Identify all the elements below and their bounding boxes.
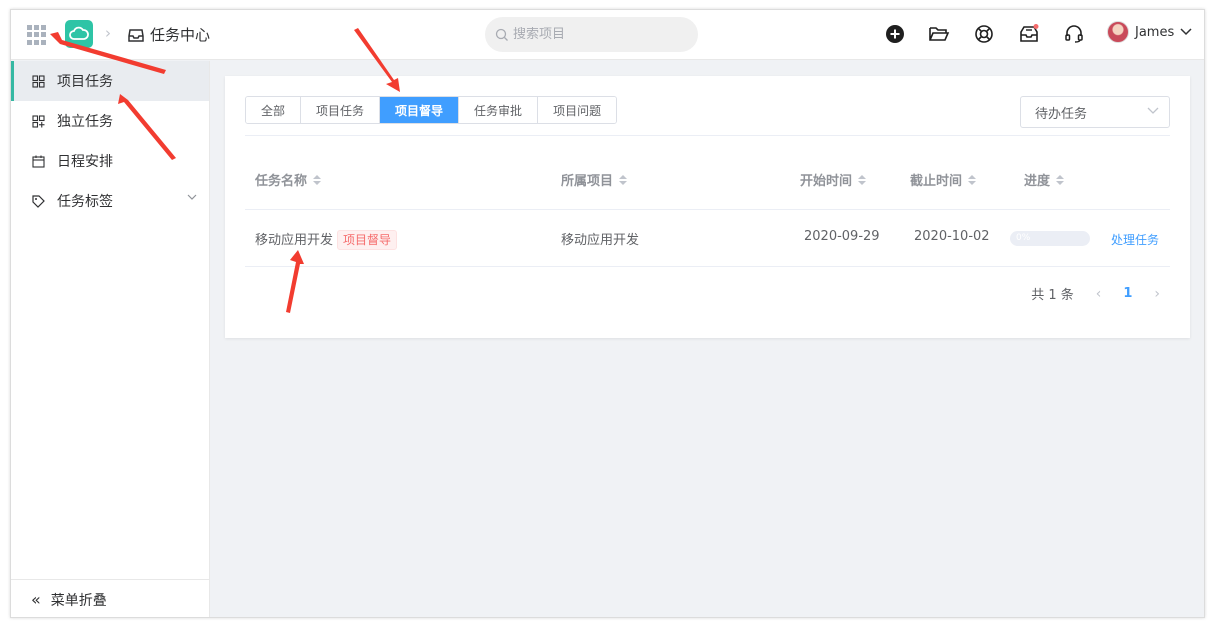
column-header-start-time[interactable]: 开始时间	[800, 170, 867, 189]
app-grid-icon[interactable]	[27, 25, 47, 45]
sort-icon[interactable]	[619, 174, 628, 185]
sidebar-item-schedule[interactable]: 日程安排	[11, 141, 209, 181]
breadcrumb: 任务中心	[128, 24, 210, 45]
grid-icon	[32, 74, 45, 88]
tab-task-approval[interactable]: 任务审批	[459, 97, 539, 123]
collapse-menu-label: 菜单折叠	[50, 592, 107, 609]
breadcrumb-title[interactable]: 任务中心	[150, 24, 210, 45]
add-circle-icon[interactable]	[883, 22, 907, 46]
task-type-tabs: 全部 项目任务 项目督导 任务审批 项目问题	[245, 96, 618, 124]
next-page-icon[interactable]: ›	[1154, 286, 1160, 302]
app-window: › 任务中心 James	[10, 9, 1205, 618]
divider	[245, 135, 1170, 136]
apps-icon	[32, 114, 45, 128]
column-header-progress[interactable]: 进度	[1024, 170, 1065, 189]
task-list-card: 全部 项目任务 项目督导 任务审批 项目问题 待办任务 任务名称 所属项目 开始…	[225, 76, 1190, 338]
search-box[interactable]	[485, 17, 698, 52]
calendar-icon	[32, 155, 45, 168]
row-divider	[245, 209, 1170, 210]
chevron-down-icon	[187, 194, 197, 200]
task-filter-value: 待办任务	[1035, 106, 1088, 122]
tab-all[interactable]: 全部	[246, 97, 302, 123]
lifebuoy-icon[interactable]	[972, 22, 996, 46]
double-chevron-left-icon: «	[31, 590, 41, 609]
sidebar-item-project-tasks[interactable]: 项目任务	[11, 61, 209, 101]
prev-page-icon[interactable]: ‹	[1096, 286, 1102, 302]
task-filter-select[interactable]: 待办任务	[1020, 96, 1170, 128]
column-header-project[interactable]: 所属项目	[561, 170, 628, 189]
collapse-menu-button[interactable]: « 菜单折叠	[11, 579, 209, 617]
folder-open-icon[interactable]	[927, 22, 951, 46]
sidebar-item-label: 任务标签	[57, 194, 113, 210]
page-number[interactable]: 1	[1123, 286, 1132, 301]
search-icon	[495, 28, 508, 41]
avatar	[1107, 21, 1129, 43]
task-progress-bar: 0%	[1010, 231, 1090, 246]
sidebar-item-label: 日程安排	[57, 154, 113, 170]
cloud-logo-icon[interactable]	[65, 20, 93, 48]
user-name: James	[1135, 24, 1175, 40]
tab-project-supervision[interactable]: 项目督导	[380, 97, 460, 123]
task-name[interactable]: 移动应用开发	[255, 233, 333, 248]
sidebar-item-label: 项目任务	[57, 74, 113, 90]
breadcrumb-chevron-icon: ›	[105, 24, 111, 42]
tab-project-tasks[interactable]: 项目任务	[301, 97, 381, 123]
chevron-down-icon	[1147, 107, 1159, 114]
user-menu[interactable]: James	[1107, 21, 1192, 43]
search-input[interactable]	[513, 27, 683, 42]
task-start-date: 2020-09-29	[804, 229, 880, 244]
pagination-total: 共 1 条	[1031, 288, 1074, 303]
table-row[interactable]: 移动应用开发 项目督导	[255, 229, 398, 250]
tag-icon	[32, 194, 45, 208]
column-header-task-name[interactable]: 任务名称	[255, 170, 322, 189]
sort-icon[interactable]	[968, 174, 977, 185]
task-project: 移动应用开发	[561, 233, 640, 248]
sidebar-item-label: 独立任务	[57, 114, 113, 130]
sort-icon[interactable]	[858, 174, 867, 185]
column-header-deadline[interactable]: 截止时间	[910, 170, 977, 189]
status-badge: 项目督导	[337, 230, 398, 250]
top-header: › 任务中心 James	[11, 10, 1204, 60]
inbox-icon	[128, 28, 144, 42]
handle-task-link[interactable]: 处理任务	[1111, 231, 1159, 248]
pagination: 共 1 条 ‹ 1 ›	[1031, 284, 1160, 304]
sidebar: 项目任务 独立任务 日程安排 任务标签 « 菜单折叠	[11, 61, 210, 617]
sidebar-item-task-tags[interactable]: 任务标签	[11, 181, 209, 221]
row-divider	[245, 266, 1170, 267]
sidebar-item-independent-tasks[interactable]: 独立任务	[11, 101, 209, 141]
task-end-date: 2020-10-02	[914, 229, 990, 244]
chevron-down-icon	[1180, 28, 1192, 36]
inbox-notification-icon[interactable]	[1017, 22, 1041, 46]
tab-project-issues[interactable]: 项目问题	[538, 97, 617, 123]
task-progress-text: 0%	[1016, 233, 1031, 243]
headset-icon[interactable]	[1062, 22, 1086, 46]
sort-icon[interactable]	[1056, 174, 1065, 185]
sort-icon[interactable]	[313, 174, 322, 185]
